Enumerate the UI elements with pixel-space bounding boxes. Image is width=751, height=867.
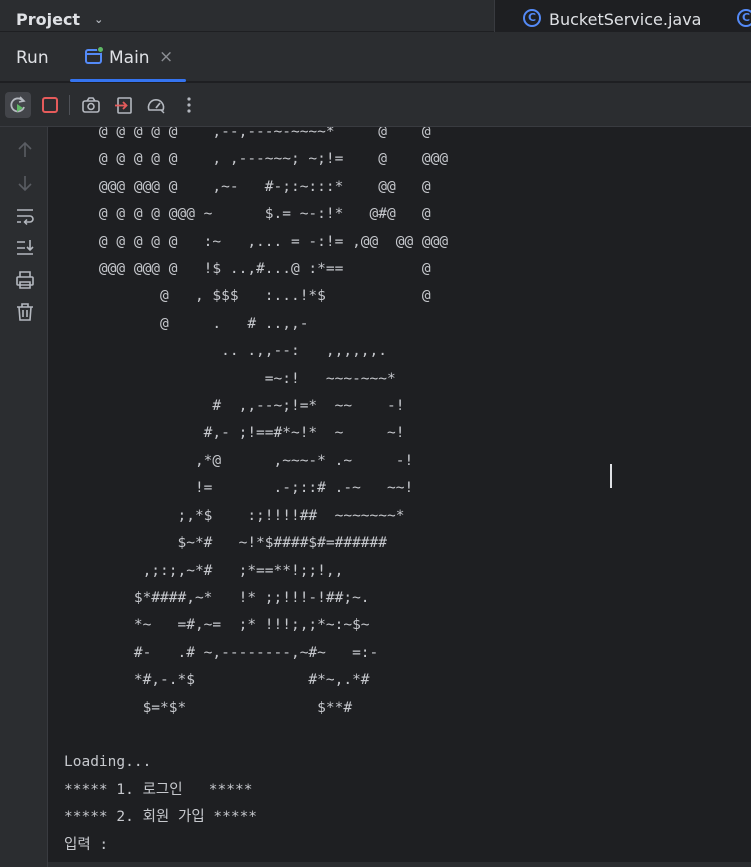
console-output[interactable]: @ @ @ @ @ ,--,---~-~~~~* @ @ @ @ @ @ @ ,… xyxy=(48,127,751,867)
run-toolbar xyxy=(0,83,751,127)
console-line: #,- ;!==#*~!* ~ ~! xyxy=(64,425,405,442)
dump-threads-button[interactable] xyxy=(78,92,104,118)
exit-icon xyxy=(115,97,132,114)
console-line: ,;:;,~*# ;*==**!;;!,, xyxy=(64,562,344,579)
print-icon xyxy=(16,271,34,289)
console-line: 입력 : xyxy=(64,836,109,853)
console-line: $=*$* $**# xyxy=(64,699,353,716)
active-tab-indicator xyxy=(70,79,186,82)
trash-icon xyxy=(17,303,33,321)
stop-button[interactable] xyxy=(37,92,63,118)
console-line: @@@ @@@ @ ,~- #-;:~:::* @@ @ xyxy=(64,178,431,195)
rerun-icon xyxy=(10,96,26,113)
scroll-to-end-button[interactable] xyxy=(14,237,36,259)
console-line: $*####,~* !* ;;!!!-!##;~. xyxy=(64,589,370,606)
project-dropdown[interactable]: Project ⌄ xyxy=(16,10,103,29)
arrow-down-icon xyxy=(18,176,32,192)
print-button[interactable] xyxy=(14,269,36,291)
tab-main-label: Main xyxy=(109,48,150,68)
scroll-down-button[interactable] xyxy=(14,172,36,194)
class-icon[interactable]: C xyxy=(737,9,751,27)
soft-wrap-icon xyxy=(17,209,34,226)
scroll-up-button[interactable] xyxy=(14,139,36,161)
stop-icon xyxy=(42,97,58,113)
console-line: @ . # ..,,- xyxy=(64,315,309,332)
profiler-button[interactable] xyxy=(143,92,169,118)
console-line: @ @ @ @ @ :~ ,... = -:!= ,@@ @@ @@@ xyxy=(64,233,449,250)
editor-tab-bucketservice[interactable]: C BucketService.java C xyxy=(494,0,751,32)
clear-all-button[interactable] xyxy=(14,301,36,323)
console-line: # ,,--~;!=* ~~ -! xyxy=(64,398,405,415)
console-line: @ @ @ @ @ ,--,---~-~~~~* @ @ xyxy=(64,127,431,140)
chevron-down-icon: ⌄ xyxy=(94,13,104,26)
camera-icon xyxy=(82,97,100,113)
run-tool-window-header: Run Main × xyxy=(0,32,751,82)
console-line: @ @ @ @ @ , ,---~~~; ~;!= @ @@@ xyxy=(64,151,449,168)
console-line: $~*# ~!*$####$#=###### xyxy=(64,535,388,552)
console-line: =~:! ~~~-~~~* xyxy=(64,370,396,387)
console-line: @ , $$$ :...!*$ @ xyxy=(64,288,431,305)
console-text: @ @ @ @ @ ,--,---~-~~~~* @ @ @ @ @ @ @ ,… xyxy=(64,127,448,859)
arrow-up-icon xyxy=(18,141,32,157)
editor-tab-label: BucketService.java xyxy=(549,10,702,29)
console-line: Loading... xyxy=(64,754,152,771)
console-side-toolbar xyxy=(0,127,48,867)
scroll-to-end-icon xyxy=(17,240,34,255)
close-icon[interactable]: × xyxy=(159,47,173,67)
horizontal-scrollbar[interactable] xyxy=(48,862,751,867)
top-bar: Project ⌄ C BucketService.java C xyxy=(0,0,751,32)
console-line: *#,-.*$ #*~,.*# xyxy=(64,672,370,689)
console-line: #- .# ~,--------,~#~ =:- xyxy=(64,644,379,661)
project-label: Project xyxy=(16,10,81,29)
text-caret xyxy=(610,464,612,488)
class-icon: C xyxy=(523,9,541,27)
more-icon xyxy=(187,97,191,113)
more-options-button[interactable] xyxy=(176,92,202,118)
console-line: *~ =#,~= ;* !!!;,;*~:~$~ xyxy=(64,617,370,634)
running-indicator-icon xyxy=(97,46,104,53)
toolbar-divider xyxy=(69,95,70,115)
console-line: ,*@ ,~~~-* .~ -! xyxy=(64,452,414,469)
exit-button[interactable] xyxy=(111,92,137,118)
tab-main[interactable]: Main × xyxy=(70,32,186,82)
console-line: ***** 2. 회원 가입 ***** xyxy=(64,809,258,826)
console-line: ***** 1. 로그인 ***** xyxy=(64,781,253,798)
soft-wrap-button[interactable] xyxy=(14,205,36,227)
console-line: @@@ @@@ @ !$ ..,#...@ :*== @ xyxy=(64,261,431,278)
gauge-icon xyxy=(147,99,165,114)
console-line: .. .,,--: ,,,,,,. xyxy=(64,343,388,360)
run-title: Run xyxy=(16,48,49,68)
console-line: @ @ @ @ @@@ ~ $.= ~-:!* @#@ @ xyxy=(64,206,431,223)
console-line: ;,*$ :;!!!!## ~~~~~~~* xyxy=(64,507,405,524)
console-line: != .-;::# .-~ ~~! xyxy=(64,480,414,497)
rerun-button[interactable] xyxy=(5,92,31,118)
